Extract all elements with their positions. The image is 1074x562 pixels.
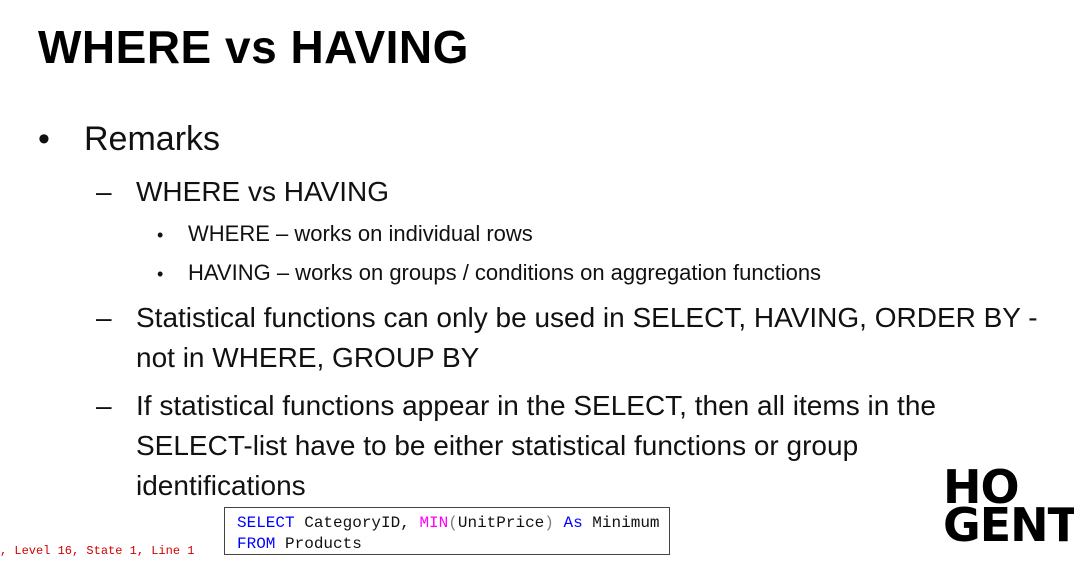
code-alias: Minimum <box>582 514 660 532</box>
subpoint-having: • HAVING – works on groups / conditions o… <box>157 260 821 286</box>
code-line-1: SELECT CategoryID, MIN(UnitPrice) As Min… <box>237 513 669 534</box>
point-text: If statistical functions appear in the S… <box>136 390 936 501</box>
code-columns: CategoryID, <box>294 514 420 532</box>
point-where-vs-having: – WHERE vs HAVING <box>96 172 1071 212</box>
dash-icon: – <box>96 176 112 207</box>
dash-icon: – <box>96 302 112 333</box>
point-statistical-functions-usage: – Statistical functions can only be used… <box>96 298 1071 378</box>
bullet-remarks: • Remarks <box>38 120 220 159</box>
subbullet-icon: • <box>157 225 164 245</box>
code-line-2: FROM Products <box>237 534 669 555</box>
keyword-from: FROM <box>237 535 276 553</box>
sql-code-snippet: SELECT CategoryID, MIN(UnitPrice) As Min… <box>224 507 670 555</box>
logo-line-2: GENT <box>943 498 1074 552</box>
paren-close: ) <box>544 514 554 532</box>
subpoint-where: • WHERE – works on individual rows <box>157 221 533 247</box>
error-message-fragment: , Level 16, State 1, Line 1 <box>0 544 195 558</box>
bullet-remarks-text: Remarks <box>84 120 221 158</box>
point-text: Statistical functions can only be used i… <box>136 302 1038 373</box>
function-min: MIN <box>419 514 449 532</box>
code-table: Products <box>275 535 362 553</box>
subbullet-icon: • <box>157 264 164 284</box>
keyword-as: As <box>553 514 583 532</box>
keyword-select: SELECT <box>237 514 295 532</box>
point-text: WHERE vs HAVING <box>136 176 390 207</box>
subpoint-text: HAVING – works on groups / conditions on… <box>188 260 822 285</box>
hogent-logo: HO GENT <box>943 464 1074 552</box>
slide-title: WHERE vs HAVING <box>38 21 469 73</box>
paren-open: ( <box>448 514 458 532</box>
point-select-list-rule: – If statistical functions appear in the… <box>96 386 1026 506</box>
dash-icon: – <box>96 390 112 421</box>
bullet-icon: • <box>38 120 50 158</box>
subpoint-text: WHERE – works on individual rows <box>188 221 533 246</box>
code-argument: UnitPrice <box>457 514 545 532</box>
